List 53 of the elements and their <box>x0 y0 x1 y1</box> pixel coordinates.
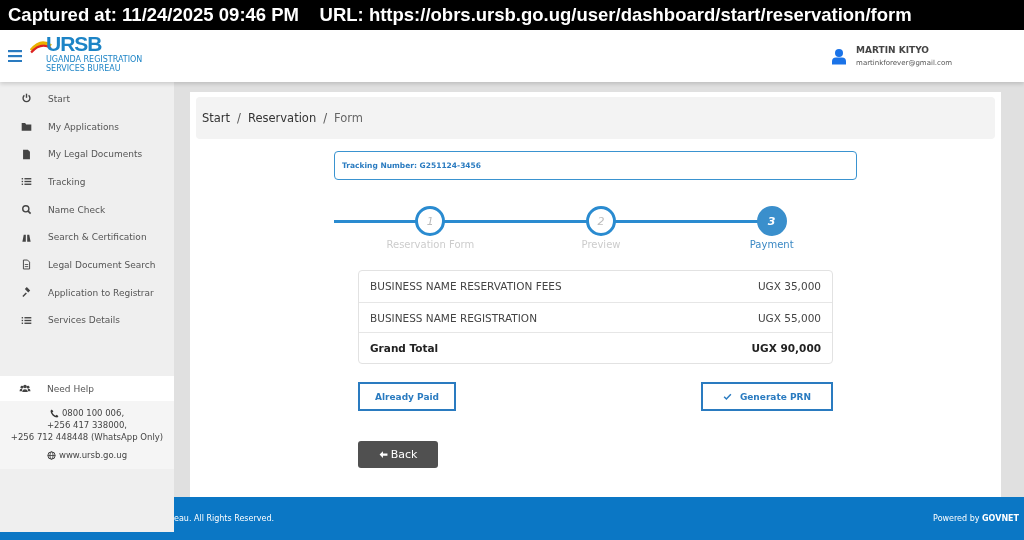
breadcrumb-link[interactable]: Form <box>334 111 364 125</box>
breadcrumb-link[interactable]: Start <box>202 111 231 125</box>
arrow-left-icon <box>378 450 388 460</box>
capture-banner: Captured at: 11/24/2025 09:46 PM URL: https://obrs.ursb.go.ug/user/dashboard/start/reservation/form <box>0 0 1024 30</box>
sidebar-item[interactable]: Search & Certification <box>0 223 174 252</box>
step-circle[interactable]: 3 <box>756 206 787 236</box>
list-icon <box>21 314 32 326</box>
step-label: Payment <box>749 239 794 250</box>
phone-icon <box>49 408 59 418</box>
menu-button[interactable] <box>8 50 22 62</box>
power-icon <box>21 93 32 105</box>
already-paid-button[interactable]: Already Paid <box>358 382 457 412</box>
logo-subtitle: UGANDA REGISTRATION SERVICES BUREAU <box>46 54 144 73</box>
phone-number: +256 417 338000, <box>46 419 128 432</box>
phone-number: 0800 100 006, <box>61 407 125 420</box>
list-icon <box>21 176 32 188</box>
folder-icon <box>21 121 32 133</box>
logo-title: URSB <box>46 33 103 54</box>
document-icon <box>21 259 32 271</box>
globe-icon <box>46 450 56 460</box>
copyright-text: eau. All Rights Reserved. <box>174 514 274 523</box>
back-button[interactable]: Back <box>358 441 438 469</box>
sidebar-item[interactable]: Services Details <box>0 306 174 335</box>
search-icon <box>21 204 32 216</box>
sidebar-item[interactable]: Tracking <box>0 168 174 196</box>
generate-prn-button[interactable]: Generate PRN <box>700 382 833 412</box>
sidebar-item[interactable]: My Legal Documents <box>0 140 174 169</box>
gavel-icon <box>21 287 32 299</box>
sidebar-item[interactable]: Legal Document Search <box>0 251 174 279</box>
user-icon <box>832 47 847 65</box>
breadcrumb-separator: / <box>237 111 241 125</box>
help-title: Need Help <box>47 383 94 394</box>
fee-name: BUSINESS NAME REGISTRATION <box>370 311 537 324</box>
phone-number: +256 712 448448 (WhatsApp Only) <box>10 431 164 444</box>
sidebar-item[interactable]: Start <box>0 85 174 113</box>
fee-amount: UGX 90,000 <box>751 342 821 355</box>
breadcrumb-link[interactable]: Reservation <box>247 111 317 125</box>
check-icon <box>722 392 732 402</box>
menu-icon <box>8 50 22 62</box>
users-icon <box>19 383 31 395</box>
sidebar-item[interactable]: My Applications <box>0 112 174 141</box>
user-name: MARTIN KITYO <box>856 45 931 55</box>
powered-by-text: Powered by GOVNET <box>933 514 1019 523</box>
fee-name: BUSINESS NAME RESERVATION FEES <box>370 280 562 293</box>
sidebar-item[interactable]: Application to Registrar <box>0 278 174 307</box>
website-link[interactable]: www.ursb.go.ug <box>58 449 128 462</box>
fee-amount: UGX 35,000 <box>757 280 821 293</box>
sidebar-item[interactable]: Name Check <box>0 195 174 224</box>
breadcrumb-separator: / <box>323 111 328 125</box>
fee-amount: UGX 55,000 <box>757 311 821 324</box>
ursb-logo[interactable]: URSB UGANDA REGISTRATION SERVICES BUREAU <box>30 33 158 73</box>
fee-name: Grand Total <box>370 342 439 355</box>
file-icon <box>21 148 32 160</box>
